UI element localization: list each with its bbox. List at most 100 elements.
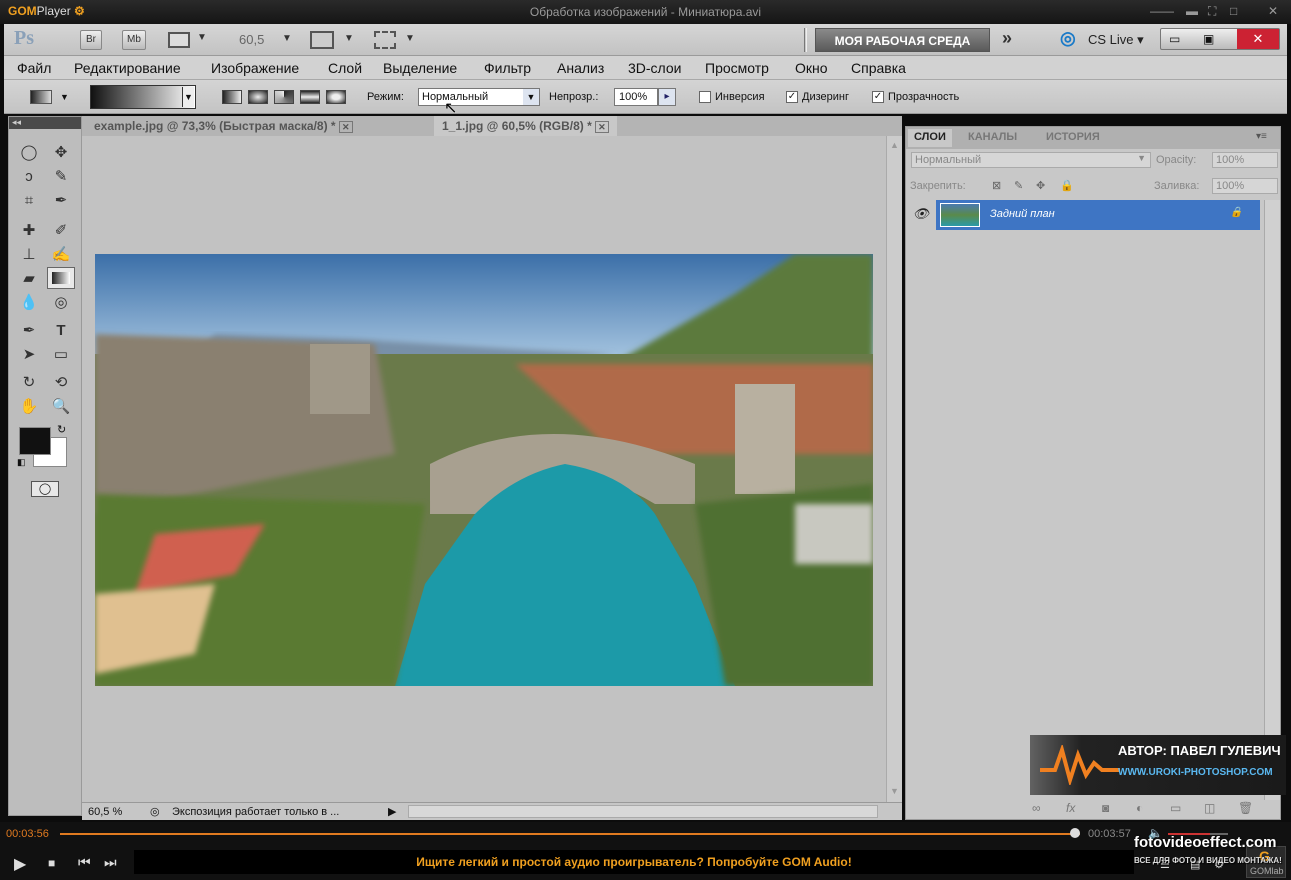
gradient-tool-icon[interactable] bbox=[47, 267, 75, 289]
swap-colors-icon[interactable]: ↻ bbox=[57, 423, 66, 436]
minibridge-button[interactable]: Mb bbox=[122, 30, 146, 50]
move-tool-icon[interactable]: ✥ bbox=[49, 143, 73, 163]
scroll-up-icon[interactable]: ▲ bbox=[890, 140, 899, 150]
menu-edit[interactable]: Редактирование bbox=[74, 60, 181, 76]
more-workspaces-icon[interactable]: » bbox=[1002, 28, 1012, 49]
previous-icon[interactable]: ⏮ bbox=[78, 854, 91, 871]
fill-input[interactable]: 100% bbox=[1212, 178, 1278, 194]
tab-example[interactable]: example.jpg @ 73,3% (Быстрая маска/8) * … bbox=[86, 116, 361, 136]
layer-name[interactable]: Задний план bbox=[990, 208, 1055, 220]
blend-mode-select[interactable]: Нормальный ▼ bbox=[911, 152, 1151, 168]
tab-layers[interactable]: СЛОИ bbox=[908, 129, 952, 147]
panel-menu-icon[interactable]: ▾≡ bbox=[1256, 131, 1267, 142]
tools-panel-header[interactable]: ◂◂ bbox=[9, 117, 81, 129]
zoom-chevron-icon[interactable]: ▼ bbox=[282, 33, 292, 44]
path-selection-tool-icon[interactable]: ➤ bbox=[17, 345, 41, 365]
scroll-down-icon[interactable]: ▼ bbox=[890, 786, 899, 796]
canvas-vertical-scrollbar[interactable]: ▲ ▼ bbox=[886, 136, 902, 802]
radial-gradient-icon[interactable] bbox=[248, 90, 268, 104]
ps-close-icon[interactable]: ✕ bbox=[1237, 29, 1279, 49]
seek-bar[interactable] bbox=[60, 833, 1080, 835]
history-brush-tool-icon[interactable]: ✍ bbox=[49, 245, 73, 265]
3d-orbit-tool-icon[interactable]: ⟲ bbox=[49, 373, 73, 393]
brush-tool-icon[interactable]: ✐ bbox=[49, 221, 73, 241]
layer-row-background[interactable]: 👁 Задний план 🔒 bbox=[906, 200, 1260, 230]
angle-gradient-icon[interactable] bbox=[274, 90, 294, 104]
eraser-tool-icon[interactable]: ▰ bbox=[17, 269, 41, 289]
close-icon[interactable]: ✕ bbox=[1268, 4, 1278, 18]
panel-opacity-input[interactable]: 100% bbox=[1212, 152, 1278, 168]
marquee-tool-icon[interactable]: ◯ bbox=[17, 143, 41, 163]
menu-image[interactable]: Изображение bbox=[211, 60, 299, 76]
diamond-gradient-icon[interactable] bbox=[326, 90, 346, 104]
inverse-checkbox[interactable] bbox=[699, 91, 711, 103]
tab-1-1[interactable]: 1_1.jpg @ 60,5% (RGB/8) * ✕ bbox=[434, 116, 617, 136]
menu-analysis[interactable]: Анализ bbox=[557, 60, 604, 76]
screen-mode-icon[interactable] bbox=[374, 31, 396, 49]
play-icon[interactable]: ▶ bbox=[14, 854, 26, 874]
type-tool-icon[interactable]: T bbox=[49, 321, 73, 341]
opacity-arrow-icon[interactable]: ▸ bbox=[658, 88, 676, 106]
gradient-picker[interactable] bbox=[90, 85, 196, 109]
lock-pixels-icon[interactable]: ✎ bbox=[1014, 179, 1023, 192]
foreground-color-swatch[interactable] bbox=[19, 427, 51, 455]
crop-tool-icon[interactable]: ⌗ bbox=[17, 191, 41, 211]
cslive-button[interactable]: CS Live ▾ bbox=[1088, 32, 1144, 48]
mode-chevron-icon[interactable]: ▼ bbox=[523, 89, 539, 105]
blur-tool-icon[interactable]: 💧 bbox=[17, 293, 41, 313]
adjustment-layer-icon[interactable]: ◐ bbox=[1136, 801, 1143, 815]
seek-handle[interactable] bbox=[1070, 828, 1080, 838]
chevron-down-icon[interactable]: ▼ bbox=[197, 32, 207, 43]
horizontal-scrollbar[interactable] bbox=[408, 805, 878, 818]
menu-file[interactable]: Файл bbox=[17, 60, 51, 76]
fullscreen-icon[interactable]: ⛶ bbox=[1208, 4, 1216, 19]
workspace-button[interactable]: МОЯ РАБОЧАЯ СРЕДА bbox=[815, 28, 990, 52]
delete-layer-icon[interactable]: 🗑 bbox=[1238, 801, 1253, 815]
zoom-tool-icon[interactable]: 🔍 bbox=[49, 397, 73, 417]
eye-icon[interactable]: 👁 bbox=[906, 200, 936, 230]
new-layer-icon[interactable]: ◫ bbox=[1204, 801, 1215, 815]
lock-position-icon[interactable]: ✥ bbox=[1036, 179, 1045, 192]
zoom-level[interactable]: 60,5 bbox=[239, 32, 264, 47]
stop-icon[interactable]: ■ bbox=[48, 856, 55, 870]
menu-window[interactable]: Окно bbox=[795, 60, 828, 76]
dither-checkbox[interactable]: ✓ bbox=[786, 91, 798, 103]
quick-mask-icon[interactable]: ◯ bbox=[31, 481, 59, 497]
quick-selection-tool-icon[interactable]: ✎ bbox=[49, 167, 73, 187]
rectangle-tool-icon[interactable]: ▭ bbox=[49, 345, 73, 365]
bridge-button[interactable]: Br bbox=[80, 30, 102, 50]
menu-3d[interactable]: 3D-слои bbox=[628, 60, 682, 76]
menu-filter[interactable]: Фильтр bbox=[484, 60, 531, 76]
menu-select[interactable]: Выделение bbox=[383, 60, 457, 76]
ad-banner[interactable]: Ищите легкий и простой аудио проигрывате… bbox=[134, 850, 1134, 874]
document-image[interactable] bbox=[95, 254, 873, 686]
screen-mode-chevron-icon[interactable]: ▼ bbox=[405, 33, 415, 44]
gradient-picker-chevron-icon[interactable]: ▼ bbox=[182, 87, 194, 107]
preset-chevron-icon[interactable]: ▼ bbox=[60, 92, 69, 102]
status-menu-icon[interactable]: ▶ bbox=[388, 805, 396, 818]
tab-history[interactable]: ИСТОРИЯ bbox=[1040, 129, 1106, 147]
3d-rotate-tool-icon[interactable]: ↻ bbox=[17, 373, 41, 393]
linear-gradient-icon[interactable] bbox=[222, 90, 242, 104]
ps-minimize-icon[interactable]: ▭ bbox=[1169, 32, 1180, 46]
dodge-tool-icon[interactable]: ◎ bbox=[49, 293, 73, 313]
tab-close-icon[interactable]: ✕ bbox=[338, 121, 353, 133]
layer-style-icon[interactable]: fx bbox=[1066, 801, 1075, 815]
pen-tool-icon[interactable]: ✒ bbox=[17, 321, 41, 341]
arrange-chevron-icon[interactable]: ▼ bbox=[344, 33, 354, 44]
lasso-tool-icon[interactable]: ↄ bbox=[17, 167, 41, 187]
link-layers-icon[interactable]: ∞ bbox=[1032, 801, 1041, 815]
extras-icon[interactable] bbox=[168, 32, 190, 48]
healing-brush-tool-icon[interactable]: ✚ bbox=[17, 221, 41, 241]
new-group-icon[interactable]: ▭ bbox=[1170, 801, 1181, 815]
lock-all-icon[interactable]: 🔒 bbox=[1060, 179, 1074, 192]
menu-help[interactable]: Справка bbox=[851, 60, 906, 76]
minimize-line-icon[interactable]: —— bbox=[1150, 4, 1174, 18]
status-info-icon[interactable]: ◎ bbox=[150, 805, 160, 818]
tab-close-icon[interactable]: ✕ bbox=[595, 121, 609, 133]
hand-tool-icon[interactable]: ✋ bbox=[17, 397, 41, 417]
minimize-icon[interactable]: ▬ bbox=[1186, 4, 1198, 18]
lock-transparent-icon[interactable]: ⊠ bbox=[992, 179, 1001, 192]
eyedropper-tool-icon[interactable]: ✒ bbox=[49, 191, 73, 211]
gradient-tool-preset-icon[interactable] bbox=[30, 90, 52, 104]
